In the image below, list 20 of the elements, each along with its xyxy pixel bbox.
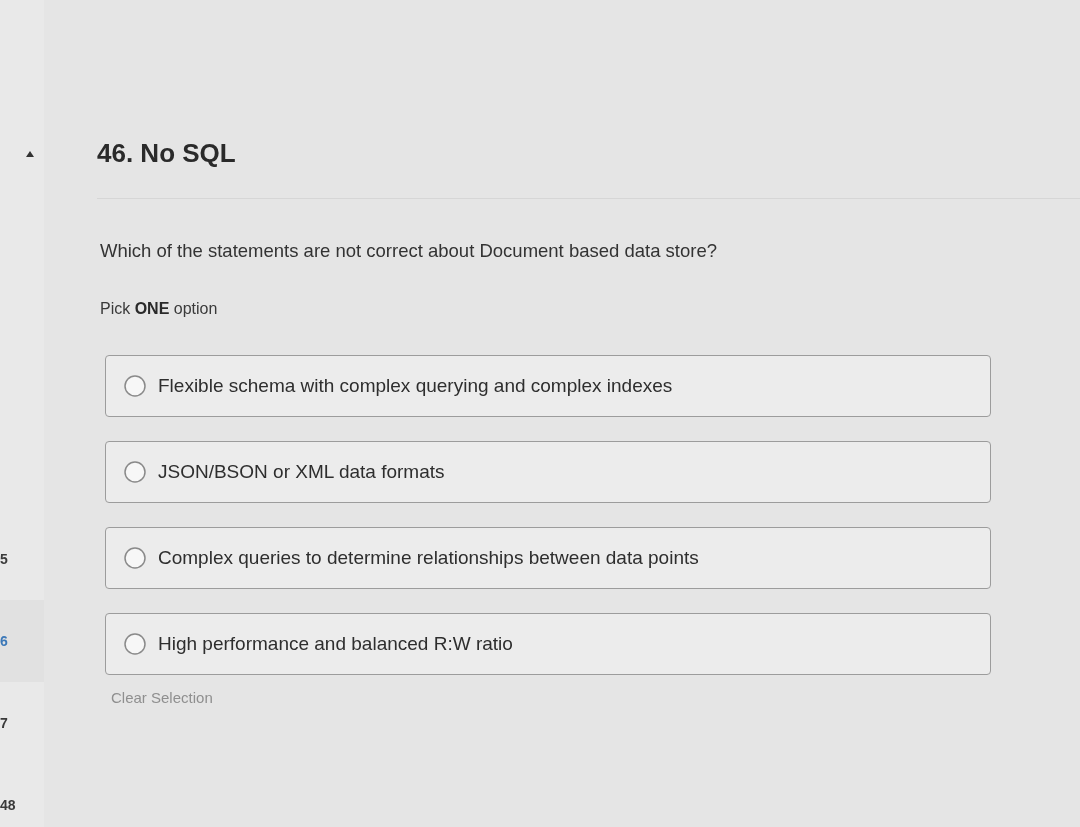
option-label: High performance and balanced R:W ratio xyxy=(158,633,513,655)
radio-button[interactable] xyxy=(124,547,146,569)
question-number[interactable]: 7 xyxy=(0,714,8,732)
answer-option[interactable]: Flexible schema with complex querying and complex indexes xyxy=(105,355,991,417)
option-label: JSON/BSON or XML data formats xyxy=(158,461,445,483)
question-number[interactable]: 48 xyxy=(0,796,16,814)
option-label: Complex queries to determine relationships between data points xyxy=(158,547,699,569)
answer-option[interactable]: JSON/BSON or XML data formats xyxy=(105,441,991,503)
question-number[interactable]: 6 xyxy=(0,632,8,650)
caret-up-icon[interactable] xyxy=(26,151,34,157)
question-number[interactable]: 5 xyxy=(0,550,8,568)
answer-option[interactable]: High performance and balanced R:W ratio xyxy=(105,613,991,675)
radio-button[interactable] xyxy=(124,375,146,397)
radio-button[interactable] xyxy=(124,461,146,483)
answer-option[interactable]: Complex queries to determine relationships between data points xyxy=(105,527,991,589)
question-text: Which of the statements are not correct about Document based data store? xyxy=(100,239,717,263)
instruction-text: Pick ONE option xyxy=(100,299,218,319)
radio-button[interactable] xyxy=(124,633,146,655)
option-label: Flexible schema with complex querying and complex indexes xyxy=(158,375,673,397)
question-title: 46. No SQL xyxy=(97,138,236,168)
